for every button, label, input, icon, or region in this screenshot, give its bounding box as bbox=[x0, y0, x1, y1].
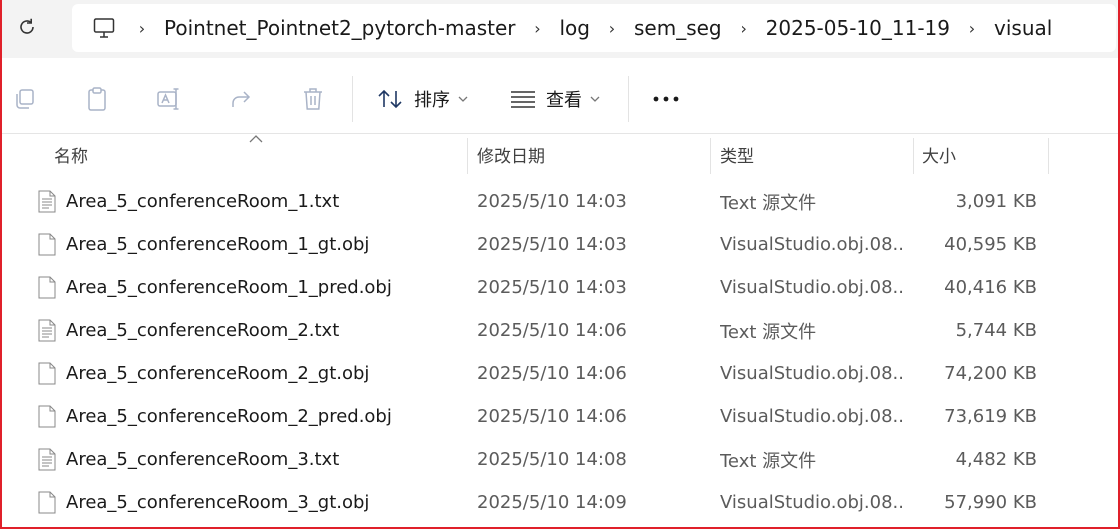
window-border bbox=[0, 0, 1120, 529]
